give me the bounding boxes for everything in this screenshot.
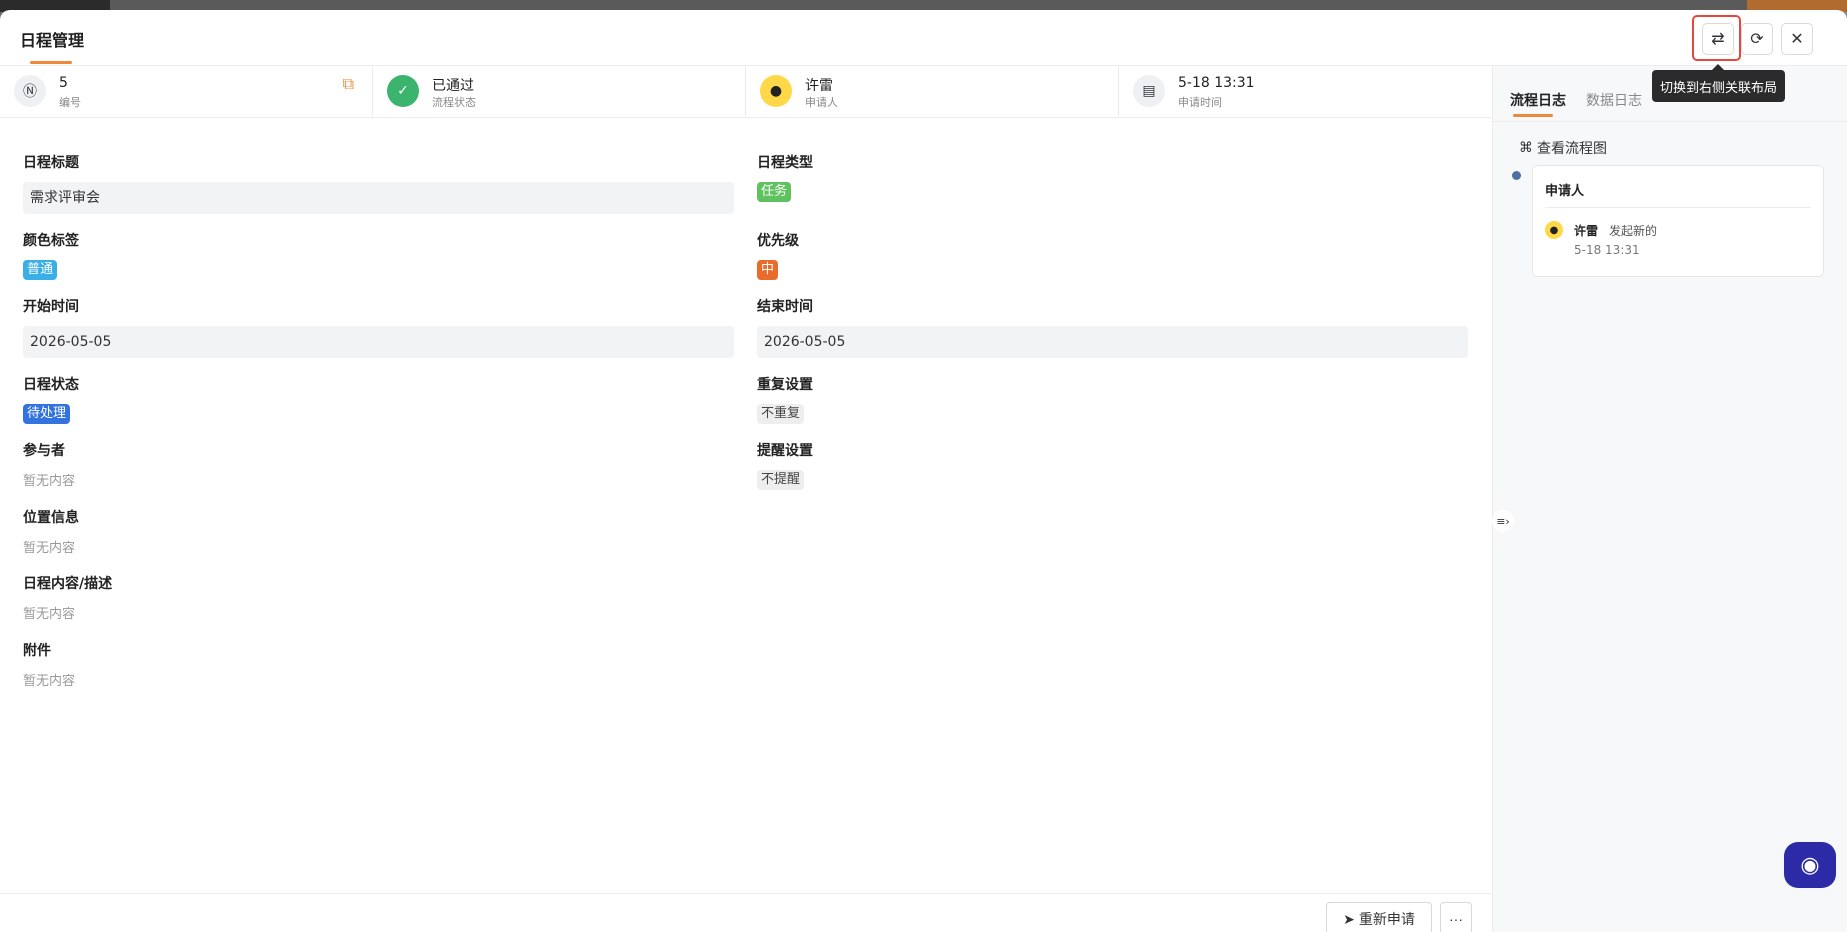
info-time: ▤ 5-18 13:31 申请时间 xyxy=(1119,66,1492,118)
close-button[interactable]: ✕ xyxy=(1781,23,1813,55)
card-divider xyxy=(1545,207,1811,208)
refresh-button[interactable]: ⟳ xyxy=(1741,23,1773,55)
right-panel: 流程日志 数据日志 ⌘ 查看流程图 申请人 ● 许雷 发起新的 5-18 13:… xyxy=(1492,66,1847,932)
attachments-value: 暂无内容 xyxy=(23,674,76,689)
schedule-modal: 日程管理 ⇄ ⟳ ✕ Ⓝ 5 编号 ⧉ ✓ 已通过 流程状态 ● 许雷 申请人 xyxy=(0,10,1847,932)
layout-tooltip: 切换到右侧关联布局 xyxy=(1652,64,1785,102)
timeline-dot xyxy=(1512,171,1521,180)
number-icon: Ⓝ xyxy=(14,75,46,107)
view-flow-label: 查看流程图 xyxy=(1537,141,1607,157)
type-tag: 任务 xyxy=(757,182,792,202)
field-location: 位置信息 暂无内容 xyxy=(23,507,79,556)
repeat-tag: 不重复 xyxy=(757,404,805,424)
assistant-icon: ◉ xyxy=(1800,852,1820,878)
refresh-icon: ⟳ xyxy=(1750,31,1764,48)
status-tag: 待处理 xyxy=(23,404,71,424)
info-applicant: ● 许雷 申请人 xyxy=(746,66,1119,118)
tab-data-log[interactable]: 数据日志 xyxy=(1586,90,1642,110)
check-icon: ✓ xyxy=(387,75,419,107)
field-label: 优先级 xyxy=(757,233,799,249)
description-value: 暂无内容 xyxy=(23,607,76,622)
field-label: 日程状态 xyxy=(23,377,79,393)
resubmit-label: 重新申请 xyxy=(1358,911,1415,927)
field-reminder: 提醒设置 不提醒 xyxy=(757,440,813,490)
reminder-tag: 不提醒 xyxy=(757,470,805,490)
modal-header: 日程管理 ⇄ ⟳ ✕ xyxy=(0,10,1847,66)
field-label: 位置信息 xyxy=(23,510,79,526)
field-end: 结束时间 2026-05-05 xyxy=(757,296,1468,358)
field-label: 重复设置 xyxy=(757,377,813,393)
field-start: 开始时间 2026-05-05 xyxy=(23,296,734,358)
avatar: ● xyxy=(1545,221,1563,239)
field-label: 日程内容/描述 xyxy=(23,576,113,592)
applicant-value: 许雷 xyxy=(805,78,833,94)
info-status: ✓ 已通过 流程状态 xyxy=(373,66,746,118)
field-attachments: 附件 暂无内容 xyxy=(23,640,75,689)
schedule-form: 日程标题 需求评审会 颜色标签 普通 开始时间 2026-05-05 日程状态 … xyxy=(0,118,1492,893)
avatar: ● xyxy=(760,75,792,107)
time-label: 申请时间 xyxy=(1178,96,1222,109)
tab-divider xyxy=(1493,121,1847,122)
end-date-input[interactable]: 2026-05-05 xyxy=(757,326,1468,358)
field-label: 日程标题 xyxy=(23,155,79,171)
field-description: 日程内容/描述 暂无内容 xyxy=(23,573,112,622)
send-icon: ➤ xyxy=(1343,910,1355,927)
number-label: 编号 xyxy=(59,96,81,109)
close-icon: ✕ xyxy=(1790,31,1804,48)
status-label: 流程状态 xyxy=(432,96,476,109)
status-value: 已通过 xyxy=(432,78,474,94)
collapse-icon: ≡› xyxy=(1496,514,1510,528)
more-button[interactable]: ··· xyxy=(1440,902,1472,932)
start-date-input[interactable]: 2026-05-05 xyxy=(23,326,734,358)
applicant-label: 申请人 xyxy=(805,96,838,109)
priority-tag: 中 xyxy=(757,260,779,280)
log-action: 发起新的 xyxy=(1609,224,1658,238)
open-external-icon[interactable]: ⧉ xyxy=(343,74,354,94)
assistant-float-button[interactable]: ◉ xyxy=(1784,842,1836,888)
log-card: 申请人 ● 许雷 发起新的 5-18 13:31 xyxy=(1532,165,1824,277)
field-label: 附件 xyxy=(23,643,51,659)
color-tag: 普通 xyxy=(23,260,58,280)
field-color: 颜色标签 普通 xyxy=(23,230,79,280)
log-time: 5-18 13:31 xyxy=(1574,243,1640,257)
field-label: 结束时间 xyxy=(757,299,813,315)
field-status: 日程状态 待处理 xyxy=(23,374,79,424)
field-title: 日程标题 需求评审会 xyxy=(23,152,734,214)
field-label: 开始时间 xyxy=(23,299,79,315)
field-participants: 参与者 暂无内容 xyxy=(23,440,75,489)
field-repeat: 重复设置 不重复 xyxy=(757,374,813,424)
info-number: Ⓝ 5 编号 ⧉ xyxy=(0,66,373,118)
time-value: 5-18 13:31 xyxy=(1178,75,1255,91)
modal-footer: ➤ 重新申请 ··· xyxy=(0,893,1492,932)
field-label: 日程类型 xyxy=(757,155,813,171)
resubmit-button[interactable]: ➤ 重新申请 xyxy=(1326,902,1432,932)
collapse-panel-toggle[interactable]: ≡› xyxy=(1492,510,1514,532)
switch-layout-button[interactable]: ⇄ xyxy=(1702,23,1734,55)
swap-icon: ⇄ xyxy=(1711,31,1725,48)
location-value: 暂无内容 xyxy=(23,541,76,556)
log-user: 许雷 xyxy=(1574,224,1599,238)
participants-value: 暂无内容 xyxy=(23,474,76,489)
info-bar: Ⓝ 5 编号 ⧉ ✓ 已通过 流程状态 ● 许雷 申请人 ▤ 5-18 13:3… xyxy=(0,66,1492,118)
field-priority: 优先级 中 xyxy=(757,230,799,280)
field-label: 提醒设置 xyxy=(757,443,813,459)
page-title: 日程管理 xyxy=(20,31,85,50)
flowchart-icon: ⌘ xyxy=(1519,140,1533,156)
log-node-title: 申请人 xyxy=(1545,184,1585,199)
tab-flow-log[interactable]: 流程日志 xyxy=(1510,90,1566,110)
field-type: 日程类型 任务 xyxy=(757,152,813,202)
calendar-icon: ▤ xyxy=(1133,75,1165,107)
view-flowchart-link[interactable]: ⌘ 查看流程图 xyxy=(1519,138,1607,158)
tab-underline xyxy=(1513,114,1553,117)
field-label: 参与者 xyxy=(23,443,65,459)
field-label: 颜色标签 xyxy=(23,233,79,249)
number-value: 5 xyxy=(59,75,68,91)
title-input[interactable]: 需求评审会 xyxy=(23,182,734,214)
title-underline xyxy=(30,61,72,64)
